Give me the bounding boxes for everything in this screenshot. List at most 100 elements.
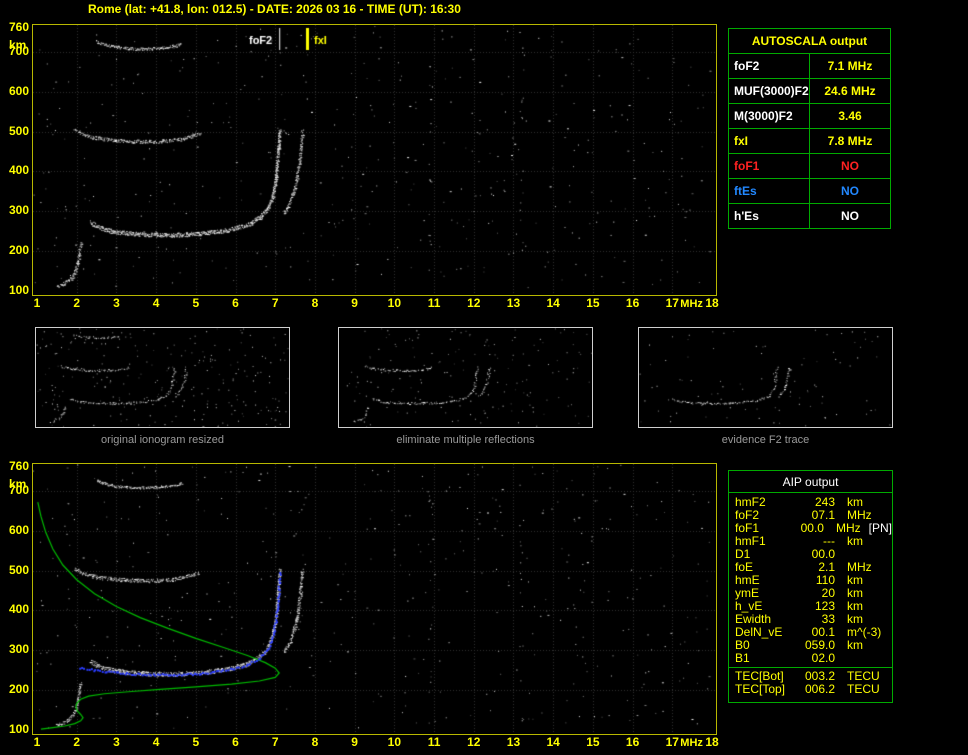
aip-table-row: TEC[Top] 006.2 TECU xyxy=(729,683,892,696)
autoscala-param-value: 24.6 MHz xyxy=(809,78,891,104)
thumbnail-eliminate-multiples xyxy=(338,327,593,428)
x-axis-tick-label: 3 xyxy=(113,735,120,749)
autoscala-table-row: fxI 7.8 MHz xyxy=(728,128,891,154)
aip-table-row: B1 02.0 xyxy=(729,652,892,665)
aip-param-note: [PN] xyxy=(868,521,892,535)
ionogram-plot-top xyxy=(32,24,717,296)
y-axis-tick-label: 200 xyxy=(8,682,29,697)
station-date-time-header: Rome (lat: +41.8, lon: 012.5) - DATE: 20… xyxy=(88,2,461,16)
y-axis-tick-label: 300 xyxy=(8,642,29,657)
x-axis-tick-label: 3 xyxy=(113,296,120,310)
x-axis-tick-label: 9 xyxy=(351,735,358,749)
autoscala-param-value: NO xyxy=(809,153,891,179)
thumbnail-original-ionogram xyxy=(35,327,290,428)
y-axis-tick-label: 400 xyxy=(8,602,29,617)
aip-output-table: AIP output hmF2 243 km foF2 07.1 MHz foF1 00.0 M… xyxy=(728,470,893,703)
aip-param-unit: km xyxy=(847,534,863,548)
autoscala-param-label: h'Es xyxy=(728,203,810,229)
autoscala-table-row: foF1 NO xyxy=(728,153,891,179)
aip-param-name: B1 xyxy=(735,651,750,665)
ionogram-plot-bottom-with-profile xyxy=(32,463,717,735)
autoscala-table-row: ftEs NO xyxy=(728,178,891,204)
x-axis-tick-label: 15 xyxy=(586,735,600,749)
x-axis-tick-label: 12 xyxy=(467,296,481,310)
x-axis-tick-label: 5 xyxy=(192,296,200,310)
x-axis-tick-label: 4 xyxy=(152,735,160,749)
y-axis-tick-label: 300 xyxy=(8,203,29,218)
x-axis-tick-label: 2 xyxy=(73,296,81,310)
x-axis-tick-label: 4 xyxy=(152,296,160,310)
x-axis-tick-label: 16 xyxy=(625,296,640,310)
autoscala-param-label: M(3000)F2 xyxy=(728,103,810,129)
autoscala-param-value: NO xyxy=(809,178,891,204)
y-axis-tick-label: 500 xyxy=(8,123,29,138)
aip-table-header: AIP output xyxy=(729,471,892,493)
thumbnail-caption-original: original ionogram resized xyxy=(101,434,224,446)
aip-rows: hmF2 243 km foF2 07.1 MHz foF1 00.0 MHz [PN] hmF1-… xyxy=(729,493,892,696)
x-axis-tick-label: 14 xyxy=(546,296,560,310)
x-axis-tick-label: 13 xyxy=(506,735,521,749)
x-axis-tick-label: 13 xyxy=(506,296,521,310)
x-axis-tick-label: 8 xyxy=(311,735,319,749)
autoscala-table-header: AUTOSCALA output xyxy=(728,28,891,54)
aip-param-name: TEC[Top] xyxy=(735,682,786,696)
thumbnail-caption-evidence: evidence F2 trace xyxy=(721,434,810,446)
x-axis-tick-label: 2 xyxy=(73,735,81,749)
autoscala-table-row: MUF(3000)F2 24.6 MHz xyxy=(728,78,891,104)
y-axis-tick-label: 100 xyxy=(8,722,29,736)
x-axis-tick-label: 14 xyxy=(546,735,560,749)
x-axis-tick-label: 11 xyxy=(427,735,441,749)
x-axis-tick-label: 15 xyxy=(586,296,600,310)
autoscala-table-row: M(3000)F2 3.46 xyxy=(728,103,891,129)
y-axis-tick-label: 760 xyxy=(8,459,29,473)
y-axis-tick-label: 400 xyxy=(8,163,29,178)
autoscala-param-label: foF2 xyxy=(728,53,810,79)
y-axis-tick-label: 760 xyxy=(8,20,29,34)
aip-param-value: 006.2 xyxy=(804,682,835,696)
aip-param-unit: TECU xyxy=(847,682,880,696)
autoscala-param-label: fxI xyxy=(728,128,810,154)
x-axis-tick-label: 12 xyxy=(467,735,481,749)
y-axis-tick-label: 600 xyxy=(8,522,29,537)
aip-tec-separator xyxy=(729,667,892,668)
x-axis-tick-label: 7 xyxy=(271,735,279,749)
x-axis-tick-label: 5 xyxy=(192,735,200,749)
x-axis-tick-label: 10 xyxy=(387,735,402,749)
x-axis-tick-label: 8 xyxy=(311,296,319,310)
autoscala-param-value: 7.8 MHz xyxy=(809,128,891,154)
thumbnail-caption-eliminate: eliminate multiple reflections xyxy=(396,434,535,446)
aip-param-value: 00.0 xyxy=(800,521,824,535)
y-axis-tick-label: 100 xyxy=(8,283,29,297)
aip-param-value: 02.0 xyxy=(811,651,835,665)
y-axis-tick-label: 500 xyxy=(8,562,29,577)
aip-table-row: hmF1 --- km xyxy=(729,535,892,548)
x-axis-tick-label: 1 xyxy=(33,735,41,749)
autoscala-param-label: MUF(3000)F2 xyxy=(728,78,810,104)
autoscala-param-value: NO xyxy=(809,203,891,229)
autoscala-table-row: h'Es NO xyxy=(728,203,891,229)
y-axis-unit-label: km xyxy=(9,477,27,491)
aip-param-unit: km xyxy=(847,638,863,652)
aip-table-row: B0 059.0 km xyxy=(729,639,892,652)
x-axis-tick-label: 10 xyxy=(387,296,402,310)
x-axis-tick-label: 6 xyxy=(232,735,239,749)
autoscala-app-window: Rome (lat: +41.8, lon: 012.5) - DATE: 20… xyxy=(0,0,968,755)
x-axis-tick-label: 11 xyxy=(427,296,441,310)
y-axis-tick-label: 600 xyxy=(8,83,29,98)
autoscala-param-label: ftEs xyxy=(728,178,810,204)
x-axis-unit-label: MHz xyxy=(680,298,703,310)
autoscala-table-row: foF2 7.1 MHz xyxy=(728,53,891,79)
x-axis-tick-label: 6 xyxy=(232,296,239,310)
autoscala-param-value: 3.46 xyxy=(809,103,891,129)
x-axis-tick-label: 1 xyxy=(33,296,41,310)
x-axis-unit-label: MHz xyxy=(680,737,703,749)
thumbnail-evidence-f2-trace xyxy=(638,327,893,428)
autoscala-param-value: 7.1 MHz xyxy=(809,53,891,79)
x-axis-tick-label: 7 xyxy=(271,296,279,310)
autoscala-output-table: AUTOSCALA output foF2 7.1 MHz MUF(3000)F2 24… xyxy=(728,28,891,229)
autoscala-param-label: foF1 xyxy=(728,153,810,179)
x-axis-tick-label: 16 xyxy=(625,735,640,749)
y-axis-unit-label: km xyxy=(9,38,27,52)
y-axis-tick-label: 200 xyxy=(8,243,29,258)
x-axis-tick-label: 9 xyxy=(351,296,358,310)
